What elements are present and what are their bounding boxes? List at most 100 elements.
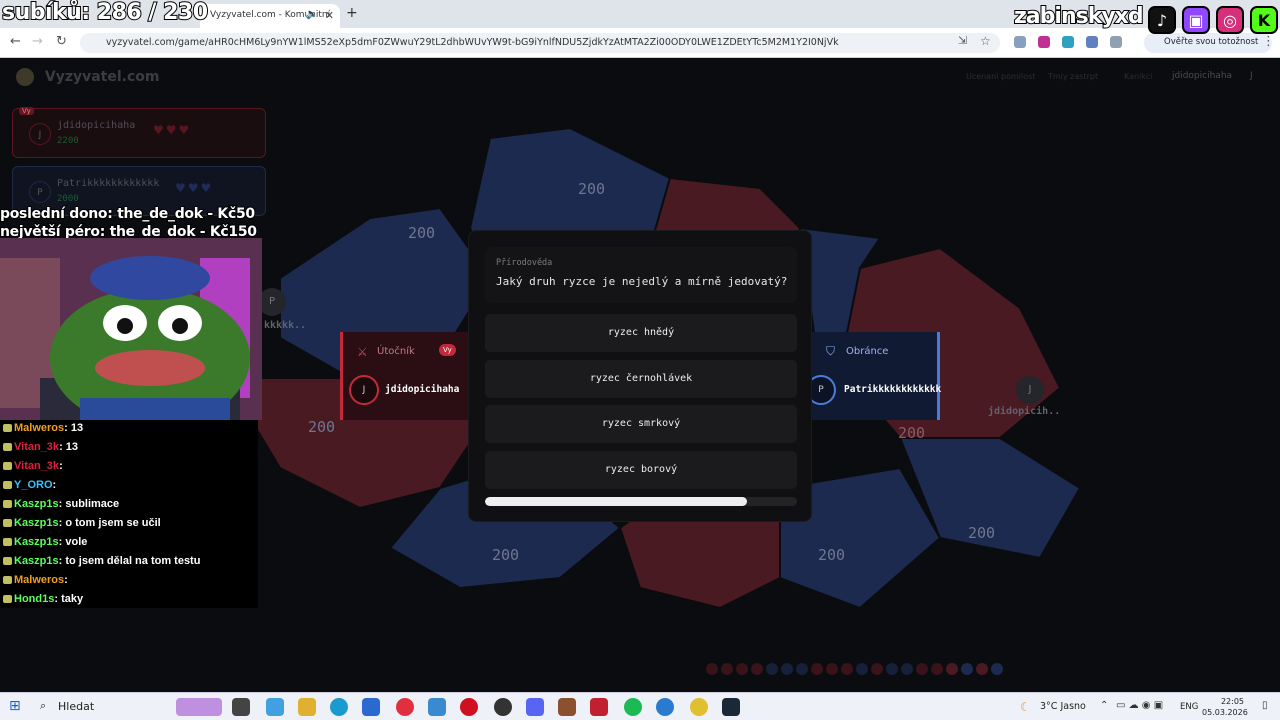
chat-message: Kaszp1s: o tom jsem se učil [0,515,258,534]
current-user[interactable]: jdidopicihaha [1172,71,1232,81]
taskbar-search[interactable]: ⌕ Hledat [32,696,172,718]
reload-icon[interactable]: ↻ [56,34,67,49]
round-dot [811,663,823,675]
chat-text: : [59,460,63,472]
chat-username: Kaszp1s [14,517,59,529]
app-icon[interactable] [428,698,446,716]
player-score: 2200 [57,136,79,146]
round-dot [931,663,943,675]
chat-badge-icon [3,424,12,433]
search-icon: ⌕ [40,699,47,712]
player-name: jdidopicihaha [57,120,136,131]
extension-icon[interactable] [1038,36,1050,48]
chat-text: : to jsem dělal na tom testu [58,555,201,567]
weather-text[interactable]: 3°C Jasno [1040,701,1086,712]
chat-badge-icon [3,481,12,490]
round-dot [826,663,838,675]
tray-icons[interactable]: ▭ ☁ ◉ ▣ [1116,700,1163,711]
round-dot [961,663,973,675]
file-explorer-icon[interactable] [298,698,316,716]
chat-message: Hond1s: taky [0,591,258,610]
bookmark-star-icon[interactable]: ☆ [980,34,991,48]
discord-icon[interactable] [526,698,544,716]
answer-button[interactable]: ryzec smrkový [485,405,797,443]
steam-icon[interactable] [722,698,740,716]
region-owner-avatar: P [258,288,286,316]
tray-chevron-icon[interactable]: ⌃ [1100,700,1108,711]
chat-username: Kaszp1s [14,555,59,567]
opera-gx-icon[interactable] [396,698,414,716]
windows-taskbar: ⊞ ⌕ Hledat ☾ 3°C Jasno ⌃ ▭ ☁ ◉ ▣ ENG 22:… [0,692,1280,720]
extension-icon[interactable] [1062,36,1074,48]
chat-text: : vole [58,536,88,548]
round-dot [871,663,883,675]
timer-bar [485,497,797,506]
menu-icon[interactable]: ⋮ [1262,34,1275,49]
browser-toolbar: ← → ↻ vyzyvatel.com/game/aHR0cHM6Ly9nYW1… [0,28,1280,58]
question-header: Přírodověda Jaký druh ryzce je nejedlý a… [485,247,797,303]
question-text: Jaký druh ryzce je nejedlý a mírně jedov… [496,275,788,288]
sword-icon: ⚔ [357,345,368,359]
obs-icon[interactable] [494,698,512,716]
round-dot [841,663,853,675]
pepe-avatar-image [0,238,262,420]
close-icon[interactable]: ✕ [325,9,334,22]
spotify-icon[interactable] [624,698,642,716]
round-dot [796,663,808,675]
chat-badge-icon [3,538,12,547]
language-indicator[interactable]: ENG [1180,702,1198,712]
answer-button[interactable]: ryzec hnědý [485,314,797,352]
attacker-name: jdidopicihaha [385,384,460,395]
round-dot [751,663,763,675]
answer-button[interactable]: ryzec borový [485,451,797,489]
region-owner-name: jdidopicih.. [988,406,1061,417]
you-badge: Vy [19,107,34,115]
region-value: 200 [818,546,846,564]
chat-username: Vitan_3k [14,460,60,472]
chat-username: Hond1s [14,593,55,605]
nav-link[interactable]: Kanikci [1124,72,1153,81]
site-logo[interactable]: Vyzyvatel.com [16,68,160,86]
extension-icon[interactable] [1014,36,1026,48]
puzzle-icon[interactable] [1110,36,1122,48]
forward-icon[interactable]: → [32,34,43,49]
app-icon[interactable] [558,698,576,716]
notification-icon[interactable]: ▯ [1262,700,1268,711]
nav-link[interactable]: Ucenanì pomilost [966,72,1035,81]
new-tab-button[interactable]: + [346,5,358,21]
round-dot [736,663,748,675]
timer-fill [485,497,748,506]
chat-username: Malweros [14,574,65,586]
task-view-icon[interactable] [232,698,250,716]
back-icon[interactable]: ← [10,34,21,49]
chrome-icon[interactable] [690,698,708,716]
clock[interactable]: 22:05 05.03.2026 [1202,696,1248,718]
chat-text: : sublimace [58,498,120,510]
extension-icon[interactable] [1086,36,1098,48]
url-bar[interactable]: vyzyvatel.com/game/aHR0cHM6Ly9nYW1lMS52e… [80,33,1000,53]
chat-message: Kaszp1s: vole [0,534,258,553]
verify-identity-button[interactable]: Ověřte svou totožnost [1144,33,1272,53]
answer-button[interactable]: ryzec černohlávek [485,360,797,398]
avatar: J [29,123,51,145]
store-icon[interactable] [362,698,380,716]
chat-text: : [64,574,68,586]
install-icon[interactable]: ⇲ [958,34,967,47]
app-icon[interactable] [656,698,674,716]
valorant-icon[interactable] [590,698,608,716]
kick-icon: K [1250,6,1278,34]
chat-username: Malweros [14,422,65,434]
avatar: J [349,375,379,405]
player-card: Vy J jdidopicihaha 2200 ♥♥♥ [12,107,266,158]
speaker-icon[interactable]: 🔈 [306,9,318,20]
copilot-icon[interactable] [266,698,284,716]
edge-icon[interactable] [330,698,348,716]
round-dot [781,663,793,675]
widget-icon[interactable] [176,698,222,716]
twitch-icon: ▣ [1182,6,1210,34]
windows-start-icon[interactable]: ⊞ [9,698,21,714]
nav-link[interactable]: Tmiy zastrpt [1048,72,1098,81]
browser-tab-active[interactable]: Vyzyvatel.com - Komunitní 🔈 ✕ [200,4,340,28]
user-avatar[interactable]: J [1250,71,1253,81]
opera-icon[interactable] [460,698,478,716]
